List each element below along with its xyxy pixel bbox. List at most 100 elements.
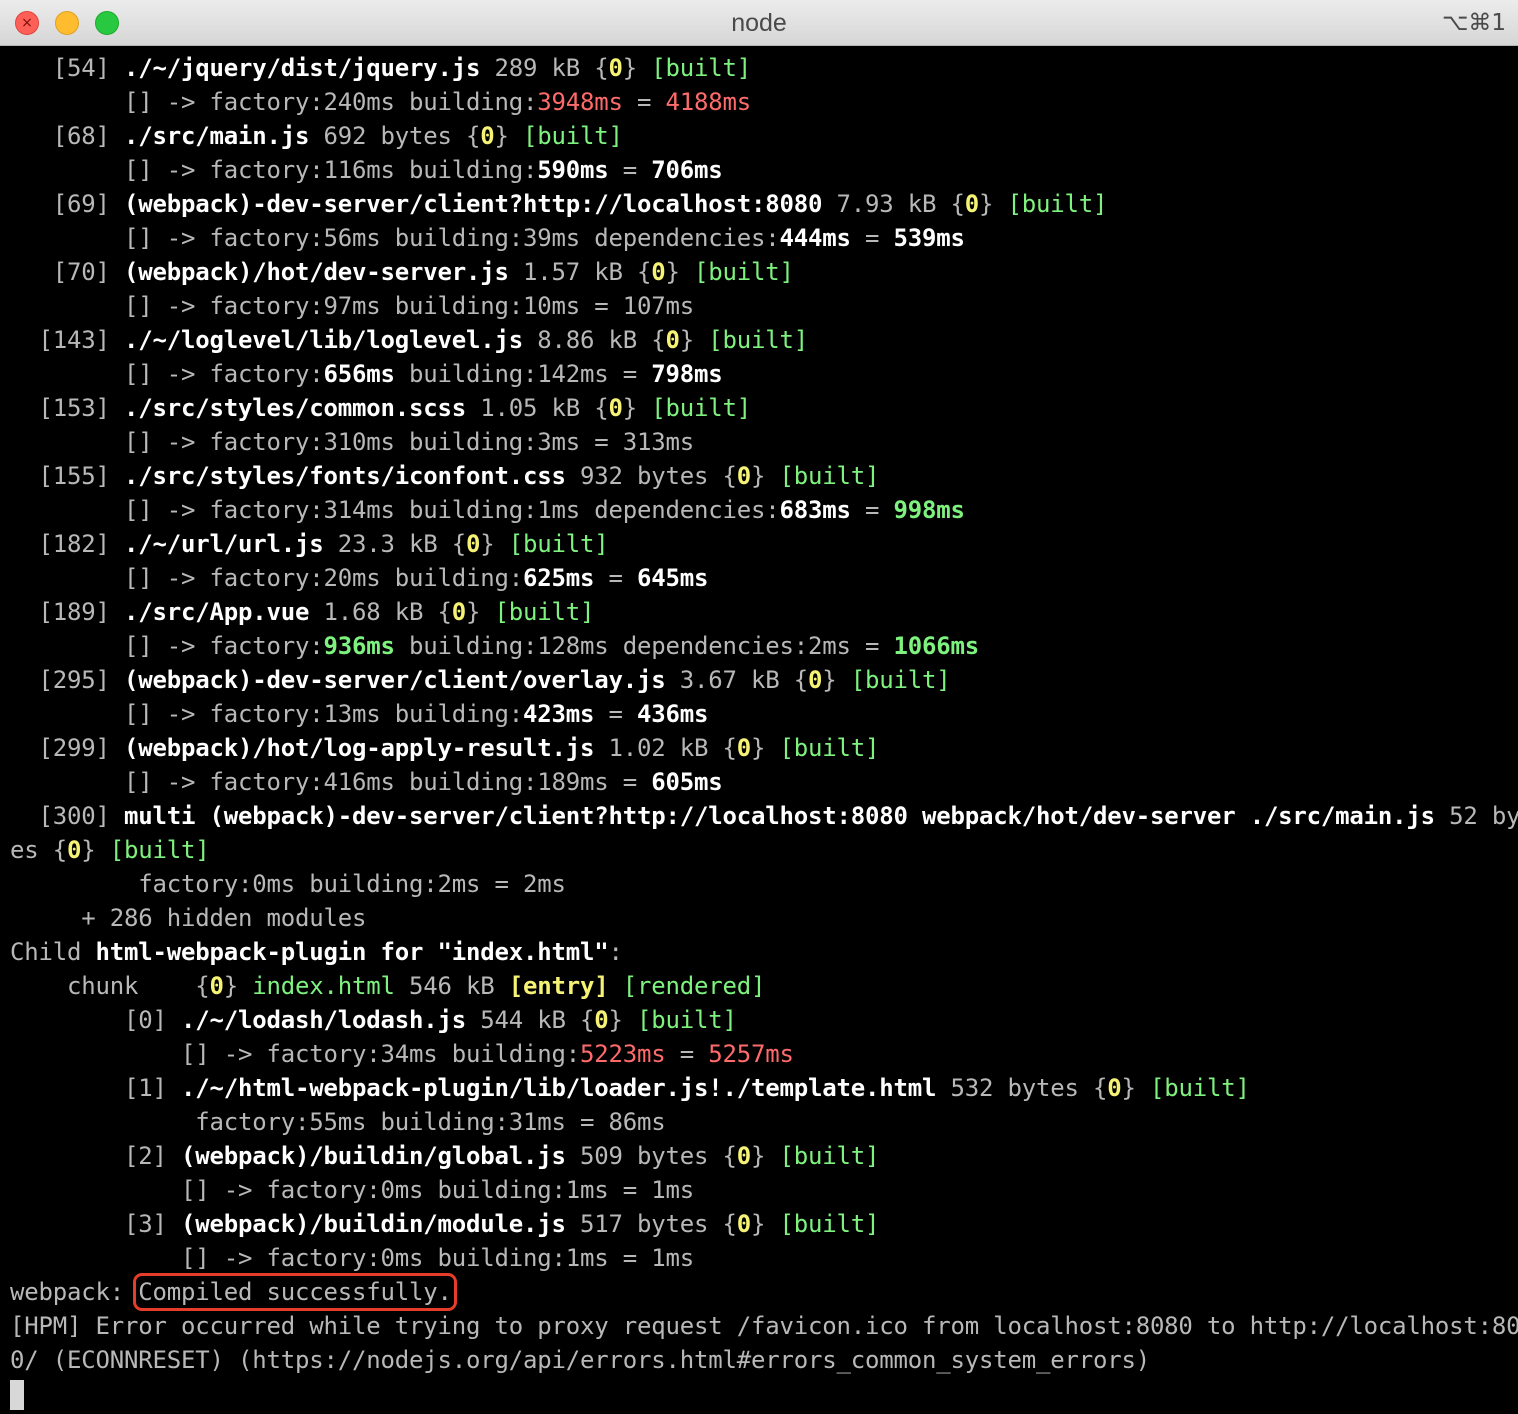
terminal-text: (webpack)/buildin/global.js — [181, 1142, 566, 1170]
terminal-text: = — [594, 564, 637, 592]
terminal-text: 3948ms — [537, 88, 623, 116]
title-bar: × node ⌥⌘1 — [0, 0, 1518, 46]
terminal-text: [2] — [10, 1142, 181, 1170]
terminal-text: 0 — [594, 1006, 609, 1034]
terminal-text: ./~/html-webpack-plugin/lib/loader.js!./… — [181, 1074, 937, 1102]
terminal-line: [69] (webpack)-dev-server/client?http://… — [0, 187, 1518, 221]
terminal-text: 0 — [209, 972, 224, 1000]
terminal-line: factory:0ms building:2ms = 2ms — [0, 867, 1518, 901]
terminal-line: webpack: Compiled successfully. — [0, 1273, 1518, 1311]
terminal-text: index.html — [252, 972, 395, 1000]
terminal-text: 0 — [736, 1210, 751, 1238]
highlighted-status-text: Compiled successfully. — [133, 1273, 457, 1311]
terminal-text: 590ms — [537, 156, 609, 184]
terminal-text: 1.57 kB { — [508, 258, 652, 286]
terminal-text: } — [494, 122, 523, 150]
terminal-text: 532 bytes { — [936, 1074, 1108, 1102]
terminal-line: [1] ./~/html-webpack-plugin/lib/loader.j… — [0, 1071, 1518, 1105]
terminal-text: [built] — [693, 258, 794, 286]
terminal-text: = — [850, 496, 894, 524]
terminal-line: Child html-webpack-plugin for "index.htm… — [0, 935, 1518, 969]
terminal-text: multi (webpack)-dev-server/client?http:/… — [124, 802, 1435, 830]
terminal-text: [54] — [10, 54, 124, 82]
terminal-text: [300] — [10, 802, 124, 830]
terminal-text: } — [750, 734, 780, 762]
terminal-line: [] -> factory:34ms building:5223ms = 525… — [0, 1037, 1518, 1071]
terminal-text: [] -> factory:97ms building:10ms = 107ms — [10, 292, 694, 320]
terminal-text: = — [850, 224, 894, 252]
terminal-line: [295] (webpack)-dev-server/client/overla… — [0, 663, 1518, 697]
terminal-text: } — [1121, 1074, 1150, 1102]
terminal-line: [155] ./src/styles/fonts/iconfont.css 93… — [0, 459, 1518, 493]
terminal-text: ./src/styles/fonts/iconfont.css — [124, 462, 566, 490]
terminal-text: } — [81, 836, 110, 864]
terminal-text: 0 — [67, 836, 82, 864]
terminal-text: } — [978, 190, 1008, 218]
terminal-text: 289 kB { — [480, 54, 609, 82]
terminal-text: 1.68 kB { — [309, 598, 452, 626]
terminal-text: 5257ms — [708, 1040, 794, 1068]
terminal-text: (webpack)/hot/log-apply-result.js — [124, 734, 595, 762]
terminal-text: } — [223, 972, 253, 1000]
terminal-line: [] -> factory:656ms building:142ms = 798… — [0, 357, 1518, 391]
terminal-text: 5223ms — [579, 1040, 666, 1068]
terminal-text: 1.02 kB { — [594, 734, 737, 762]
terminal-text: } — [665, 258, 694, 286]
terminal-text: 4188ms — [665, 88, 751, 116]
terminal-text: } — [622, 54, 652, 82]
terminal-text: [] -> factory: — [10, 632, 324, 660]
terminal-text: ./~/jquery/dist/jquery.js — [124, 54, 481, 82]
terminal-text: [295] — [10, 666, 124, 694]
terminal-text: 8.86 kB { — [522, 326, 666, 354]
terminal-text: 0 — [608, 54, 623, 82]
terminal-window: × node ⌥⌘1 [54] ./~/jquery/dist/jquery.j… — [0, 0, 1518, 1414]
terminal-text: html-webpack-plugin for "index.html" — [95, 938, 609, 966]
terminal-text: 0 — [466, 530, 481, 558]
terminal-text: = — [665, 1040, 709, 1068]
prompt-line[interactable] — [0, 1377, 1518, 1411]
terminal-line: chunk {0} index.html 546 kB [entry] [ren… — [0, 969, 1518, 1003]
terminal-line: [] -> factory:13ms building:423ms = 436m… — [0, 697, 1518, 731]
terminal-text: 692 bytes { — [309, 122, 481, 150]
terminal-text: 509 bytes { — [565, 1142, 737, 1170]
terminal-text: [entry] — [508, 972, 609, 1000]
terminal-line: + 286 hidden modules — [0, 901, 1518, 935]
cursor-icon — [10, 1380, 24, 1410]
terminal-text: 0 — [651, 258, 666, 286]
terminal-text: 0 — [451, 598, 466, 626]
terminal-text: [built] — [708, 326, 808, 354]
terminal-line: [153] ./src/styles/common.scss 1.05 kB {… — [0, 391, 1518, 425]
terminal-text: [built] — [779, 1210, 880, 1238]
terminal-text: webpack: — [10, 1278, 139, 1306]
terminal-text: (webpack)-dev-server/client?http://local… — [124, 190, 823, 218]
terminal-text: [built] — [1149, 1074, 1250, 1102]
terminal-text: factory:0ms building:2ms = 2ms — [10, 870, 566, 898]
terminal-line: [] -> factory:310ms building:3ms = 313ms — [0, 425, 1518, 459]
terminal-line: es {0} [built] — [0, 833, 1518, 867]
terminal-line: [] -> factory:0ms building:1ms = 1ms — [0, 1241, 1518, 1275]
terminal-text: [] -> factory:0ms building:1ms = 1ms — [10, 1244, 694, 1272]
terminal-text: chunk { — [10, 972, 210, 1000]
terminal-output[interactable]: [54] ./~/jquery/dist/jquery.js 289 kB {0… — [0, 51, 1518, 1414]
terminal-text: [155] — [10, 462, 124, 490]
terminal-line: [299] (webpack)/hot/log-apply-result.js … — [0, 731, 1518, 765]
terminal-text: 936ms — [323, 632, 395, 660]
terminal-text: [182] — [10, 530, 124, 558]
terminal-text: [built] — [779, 1142, 880, 1170]
terminal-text: [built] — [494, 598, 595, 626]
terminal-text: [] -> factory:56ms building:39ms depende… — [10, 224, 780, 252]
terminal-text: [] -> factory:116ms building: — [10, 156, 538, 184]
terminal-text: [68] — [10, 122, 124, 150]
terminal-text: 0 — [736, 462, 751, 490]
terminal-text: } — [750, 462, 780, 490]
terminal-text: [] -> factory:34ms building: — [10, 1040, 580, 1068]
terminal-line: [300] multi (webpack)-dev-server/client?… — [0, 799, 1518, 833]
terminal-text: } — [466, 598, 495, 626]
terminal-line: [70] (webpack)/hot/dev-server.js 1.57 kB… — [0, 255, 1518, 289]
terminal-text: [built] — [779, 734, 880, 762]
terminal-text: 0/ (ECONNRESET) (https://nodejs.org/api/… — [10, 1346, 1150, 1374]
terminal-text: [299] — [10, 734, 124, 762]
terminal-text: [1] — [10, 1074, 181, 1102]
terminal-text: building:128ms dependencies:2ms = — [394, 632, 894, 660]
terminal-text: 0 — [1107, 1074, 1122, 1102]
